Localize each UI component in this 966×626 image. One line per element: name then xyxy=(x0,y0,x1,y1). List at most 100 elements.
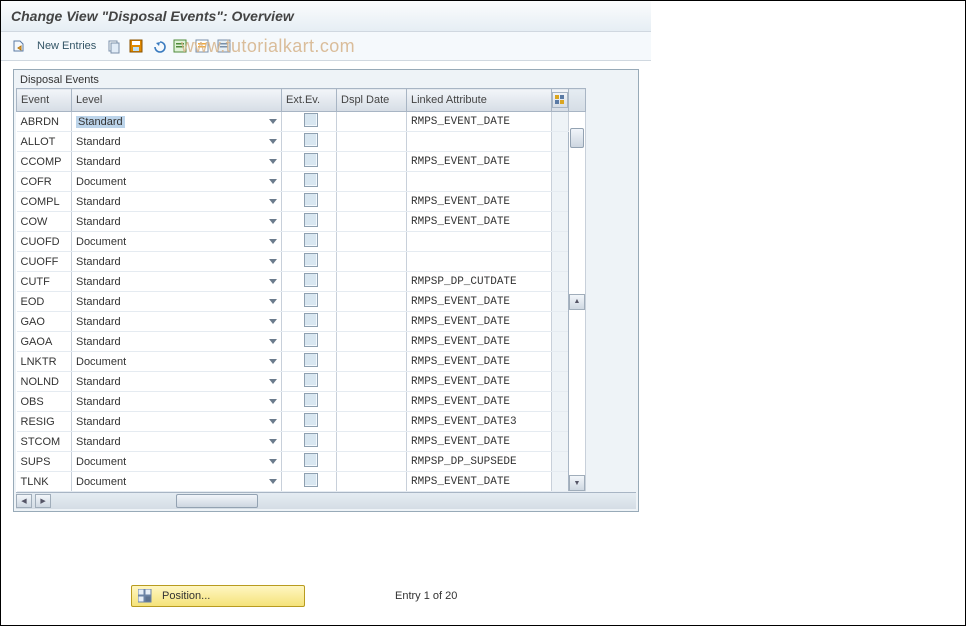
hscroll-left-icon[interactable]: ◀ xyxy=(16,494,32,508)
level-dropdown[interactable]: Standard xyxy=(72,252,282,272)
level-dropdown[interactable]: Document xyxy=(72,172,282,192)
level-dropdown[interactable]: Standard xyxy=(72,292,282,312)
extev-checkbox[interactable] xyxy=(304,373,318,387)
table-row[interactable]: CCOMPStandardRMPS_EVENT_DATE xyxy=(17,152,586,172)
col-dspl[interactable]: Dspl Date xyxy=(337,89,407,112)
linked-attribute-cell[interactable]: RMPS_EVENT_DATE xyxy=(407,332,552,352)
extev-checkbox[interactable] xyxy=(304,473,318,487)
event-cell[interactable]: COW xyxy=(17,212,72,232)
table-row[interactable]: CUTFStandardRMPSP_DP_CUTDATE xyxy=(17,272,586,292)
linked-attribute-cell[interactable] xyxy=(407,132,552,152)
dspl-date-cell[interactable] xyxy=(337,332,407,352)
table-row[interactable]: ALLOTStandard xyxy=(17,132,586,152)
level-dropdown[interactable]: Document xyxy=(72,472,282,492)
level-dropdown[interactable]: Document xyxy=(72,352,282,372)
linked-attribute-cell[interactable]: RMPS_EVENT_DATE xyxy=(407,192,552,212)
table-row[interactable]: ABRDNStandardRMPS_EVENT_DATE▲▼ xyxy=(17,112,586,132)
table-row[interactable]: COWStandardRMPS_EVENT_DATE xyxy=(17,212,586,232)
vertical-scrollbar[interactable]: ▲▼ xyxy=(569,112,586,492)
level-dropdown[interactable]: Standard xyxy=(72,432,282,452)
new-entries-button[interactable]: New Entries xyxy=(33,38,100,54)
vscroll-up-icon[interactable]: ▲ xyxy=(569,294,585,310)
linked-attribute-cell[interactable] xyxy=(407,232,552,252)
event-cell[interactable]: OBS xyxy=(17,392,72,412)
linked-attribute-cell[interactable] xyxy=(407,252,552,272)
linked-attribute-cell[interactable]: RMPS_EVENT_DATE3 xyxy=(407,412,552,432)
chevron-down-icon[interactable] xyxy=(269,419,277,424)
table-row[interactable]: CUOFDDocument xyxy=(17,232,586,252)
level-dropdown[interactable]: Standard xyxy=(72,412,282,432)
configure-columns-btn[interactable] xyxy=(552,89,569,112)
linked-attribute-cell[interactable] xyxy=(407,172,552,192)
chevron-down-icon[interactable] xyxy=(269,359,277,364)
extev-checkbox[interactable] xyxy=(304,313,318,327)
extev-checkbox[interactable] xyxy=(304,233,318,247)
event-cell[interactable]: NOLND xyxy=(17,372,72,392)
event-cell[interactable]: GAOA xyxy=(17,332,72,352)
level-dropdown[interactable]: Standard xyxy=(72,192,282,212)
event-cell[interactable]: STCOM xyxy=(17,432,72,452)
chevron-down-icon[interactable] xyxy=(269,319,277,324)
dspl-date-cell[interactable] xyxy=(337,352,407,372)
level-dropdown[interactable]: Standard xyxy=(72,372,282,392)
table-row[interactable]: RESIGStandard RMPS_EVENT_DATE3 xyxy=(17,412,586,432)
extev-checkbox[interactable] xyxy=(304,273,318,287)
col-extev[interactable]: Ext.Ev. xyxy=(282,89,337,112)
linked-attribute-cell[interactable]: RMPS_EVENT_DATE xyxy=(407,152,552,172)
col-event[interactable]: Event xyxy=(17,89,72,112)
dspl-date-cell[interactable] xyxy=(337,392,407,412)
event-cell[interactable]: ABRDN xyxy=(17,112,72,132)
chevron-down-icon[interactable] xyxy=(269,439,277,444)
table-row[interactable]: OBSStandardRMPS_EVENT_DATE xyxy=(17,392,586,412)
col-level[interactable]: Level xyxy=(72,89,282,112)
event-cell[interactable]: RESIG xyxy=(17,412,72,432)
horizontal-scrollbar[interactable]: ◀ ▶ xyxy=(16,492,636,509)
dspl-date-cell[interactable] xyxy=(337,112,407,132)
level-dropdown[interactable]: Document xyxy=(72,232,282,252)
extev-checkbox[interactable] xyxy=(304,253,318,267)
extev-checkbox[interactable] xyxy=(304,393,318,407)
event-cell[interactable]: CUOFF xyxy=(17,252,72,272)
extev-checkbox[interactable] xyxy=(304,453,318,467)
dspl-date-cell[interactable] xyxy=(337,232,407,252)
linked-attribute-cell[interactable]: RMPSP_DP_SUPSEDE xyxy=(407,452,552,472)
level-dropdown[interactable]: Standard xyxy=(72,312,282,332)
dspl-date-cell[interactable] xyxy=(337,132,407,152)
chevron-down-icon[interactable] xyxy=(269,159,277,164)
save-icon[interactable] xyxy=(128,38,144,54)
table-row[interactable]: STCOMStandardRMPS_EVENT_DATE xyxy=(17,432,586,452)
event-cell[interactable]: GAO xyxy=(17,312,72,332)
dspl-date-cell[interactable] xyxy=(337,272,407,292)
linked-attribute-cell[interactable]: RMPS_EVENT_DATE xyxy=(407,352,552,372)
event-cell[interactable]: CCOMP xyxy=(17,152,72,172)
toggle-icon[interactable] xyxy=(11,38,27,54)
level-dropdown[interactable]: Standard xyxy=(72,112,282,132)
extev-checkbox[interactable] xyxy=(304,153,318,167)
dspl-date-cell[interactable] xyxy=(337,372,407,392)
extev-checkbox[interactable] xyxy=(304,113,318,127)
chevron-down-icon[interactable] xyxy=(269,399,277,404)
chevron-down-icon[interactable] xyxy=(269,179,277,184)
undo-icon[interactable] xyxy=(150,38,166,54)
table-row[interactable]: LNKTRDocumentRMPS_EVENT_DATE xyxy=(17,352,586,372)
linked-attribute-cell[interactable]: RMPS_EVENT_DATE xyxy=(407,372,552,392)
dspl-date-cell[interactable] xyxy=(337,432,407,452)
copy-icon[interactable] xyxy=(106,38,122,54)
table-row[interactable]: TLNKDocumentRMPS_EVENT_DATE xyxy=(17,472,586,492)
hscroll-thumb[interactable] xyxy=(176,494,258,508)
linked-attribute-cell[interactable]: RMPS_EVENT_DATE xyxy=(407,312,552,332)
table-row[interactable]: GAOAStandard RMPS_EVENT_DATE xyxy=(17,332,586,352)
table-row[interactable]: NOLNDStandard RMPS_EVENT_DATE xyxy=(17,372,586,392)
extev-checkbox[interactable] xyxy=(304,193,318,207)
table-row[interactable]: COMPLStandardRMPS_EVENT_DATE xyxy=(17,192,586,212)
level-dropdown[interactable]: Standard xyxy=(72,332,282,352)
linked-attribute-cell[interactable]: RMPS_EVENT_DATE xyxy=(407,472,552,492)
level-dropdown[interactable]: Document xyxy=(72,452,282,472)
col-attr[interactable]: Linked Attribute xyxy=(407,89,552,112)
table-row[interactable]: CUOFFStandard xyxy=(17,252,586,272)
level-dropdown[interactable]: Standard xyxy=(72,212,282,232)
linked-attribute-cell[interactable]: RMPS_EVENT_DATE xyxy=(407,392,552,412)
extev-checkbox[interactable] xyxy=(304,333,318,347)
table-row[interactable]: EODStandardRMPS_EVENT_DATE xyxy=(17,292,586,312)
linked-attribute-cell[interactable]: RMPS_EVENT_DATE xyxy=(407,292,552,312)
